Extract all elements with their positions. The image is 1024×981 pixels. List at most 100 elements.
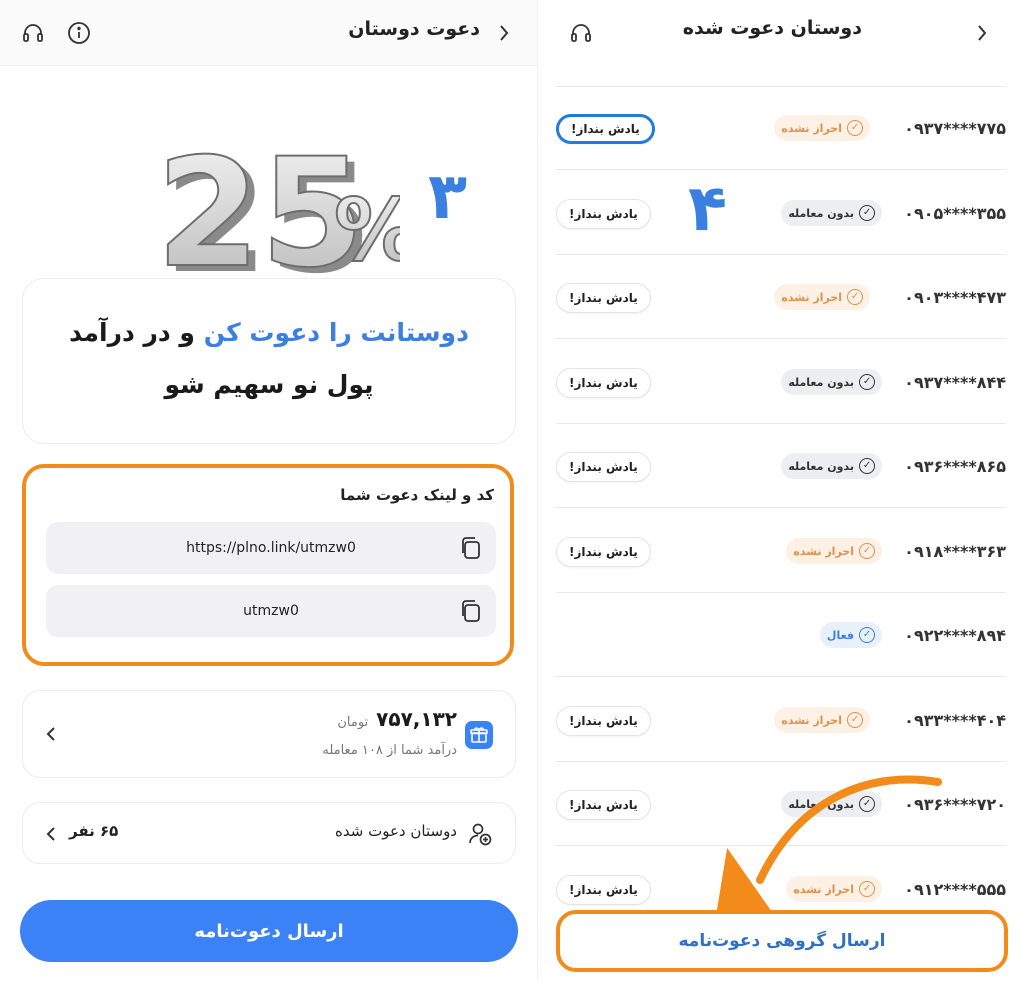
remind-button[interactable]: یادش بنداز! — [556, 452, 651, 482]
invite-code-field[interactable]: utmzw0 — [46, 585, 496, 637]
headline-line1-rest: و در درآمد — [69, 318, 204, 347]
headline-card: دوستانت را دعوت کن و در درآمد پول نو سهی… — [22, 278, 516, 444]
invite-link-field[interactable]: https://plno.link/utmzw0 — [46, 522, 496, 574]
copy-icon[interactable] — [458, 598, 484, 624]
status-badge: ✓ بدون معامله — [781, 453, 882, 479]
check-circle-icon: ✓ — [847, 289, 863, 305]
friend-phone: ۰۹۲۲****۸۹۴ — [904, 625, 1006, 645]
status-badge: ✓ احراز نشده — [774, 115, 870, 141]
remind-button[interactable]: یادش بنداز! — [556, 114, 655, 144]
status-label: بدون معامله — [788, 797, 854, 811]
check-circle-icon: ✓ — [859, 374, 875, 390]
status-label: فعال — [826, 628, 854, 642]
friend-phone: ۰۹۰۵****۳۵۵ — [904, 203, 1006, 223]
list-item: ۰۹۱۸****۳۶۳ ✓ احراز نشده یادش بنداز! — [556, 509, 1006, 593]
status-label: احراز نشده — [793, 882, 854, 896]
headline-text: دوستانت را دعوت کن و در درآمد پول نو سهی… — [43, 307, 495, 411]
status-badge: ✓ احراز نشده — [774, 707, 870, 733]
friend-phone: ۰۹۳۳****۴۰۴ — [904, 710, 1006, 730]
group-invite-button[interactable]: ارسال گروهی دعوت‌نامه — [556, 910, 1008, 972]
list-item: ۰۹۱۲****۵۵۵ ✓ احراز نشده یادش بنداز! — [556, 847, 1006, 907]
income-subtitle: درآمد شما از ۱۰۸ معامله — [322, 743, 457, 758]
status-badge: ✓ فعال — [819, 622, 882, 648]
check-circle-icon: ✓ — [859, 458, 875, 474]
invite-friends-screen: دعوت دوستان 25 25 % ۳ دوستانت را دع — [0, 0, 538, 981]
copy-icon[interactable] — [458, 535, 484, 561]
remind-button[interactable]: یادش بنداز! — [556, 790, 651, 820]
friend-phone: ۰۹۰۳****۴۷۳ — [904, 287, 1006, 307]
invite-code-value: utmzw0 — [243, 603, 299, 619]
income-card[interactable]: ۷۵۷,۱۳۲ تومان درآمد شما از ۱۰۸ معامله — [22, 690, 516, 778]
friend-phone: ۰۹۳۶****۸۶۵ — [904, 456, 1006, 476]
status-badge: ✓ بدون معامله — [781, 369, 882, 395]
headline-highlight: دوستانت را دعوت کن — [203, 318, 469, 347]
check-circle-icon: ✓ — [859, 543, 875, 559]
status-badge: ✓ احراز نشده — [786, 876, 882, 902]
list-item: ۰۹۳۷****۸۴۴ ✓ بدون معامله یادش بنداز! — [556, 340, 1006, 424]
chevron-right-icon[interactable] — [970, 20, 994, 46]
check-circle-icon: ✓ — [859, 796, 875, 812]
invited-friends-count: ۶۵ نفر — [69, 822, 119, 840]
check-circle-icon: ✓ — [859, 205, 875, 221]
invited-friends-card[interactable]: دوستان دعوت شده ۶۵ نفر — [22, 802, 516, 864]
invited-friends-label: دوستان دعوت شده — [335, 822, 457, 840]
step-number-4: ۴ — [688, 172, 728, 246]
status-badge: ✓ احراز نشده — [774, 284, 870, 310]
status-label: بدون معامله — [788, 206, 854, 220]
page-title: دعوت دوستان — [348, 18, 480, 40]
remind-button[interactable]: یادش بنداز! — [556, 283, 651, 313]
status-badge: ✓ بدون معامله — [781, 791, 882, 817]
remind-button[interactable]: یادش بنداز! — [556, 875, 651, 905]
list-item: ۰۹۳۷****۷۷۵ ✓ احراز نشده یادش بنداز! — [556, 86, 1006, 170]
invite-code-box: کد و لینک دعوت شما https://plno.link/utm… — [22, 464, 514, 666]
friend-phone: ۰۹۳۷****۸۴۴ — [904, 372, 1006, 392]
list-item: ۰۹۰۳****۴۷۳ ✓ احراز نشده یادش بنداز! — [556, 255, 1006, 339]
check-circle-icon: ✓ — [859, 627, 875, 643]
friend-phone: ۰۹۳۷****۷۷۵ — [904, 118, 1006, 138]
check-circle-icon: ✓ — [859, 881, 875, 897]
income-amount: ۷۵۷,۱۳۲ — [376, 707, 457, 731]
invite-link-value: https://plno.link/utmzw0 — [186, 540, 356, 556]
send-invite-button[interactable]: ارسال دعوت‌نامه — [20, 900, 518, 962]
status-label: احراز نشده — [781, 121, 842, 135]
top-bar: دوستان دعوت شده — [538, 0, 1024, 66]
status-label: بدون معامله — [788, 375, 854, 389]
income-unit: تومان — [337, 715, 369, 730]
status-label: احراز نشده — [781, 713, 842, 727]
hero-percent-sign: % — [334, 181, 400, 281]
list-item: ۰۹۳۶****۸۶۵ ✓ بدون معامله یادش بنداز! — [556, 424, 1006, 508]
list-item: ۰۹۳۶****۷۲۰ ✓ بدون معامله یادش بنداز! — [556, 762, 1006, 846]
gift-icon — [465, 721, 493, 749]
headset-icon[interactable] — [20, 20, 46, 46]
check-circle-icon: ✓ — [847, 120, 863, 136]
friend-phone: ۰۹۳۶****۷۲۰ — [904, 794, 1006, 814]
income-amount-row: ۷۵۷,۱۳۲ تومان — [337, 707, 457, 731]
remind-button[interactable]: یادش بنداز! — [556, 537, 651, 567]
info-icon[interactable] — [66, 20, 92, 46]
page: دعوت دوستان 25 25 % ۳ دوستانت را دع — [0, 0, 1024, 981]
check-circle-icon: ✓ — [847, 712, 863, 728]
list-item: ۰۹۲۲****۸۹۴ ✓ فعال — [556, 593, 1006, 677]
chevron-left-icon — [43, 823, 59, 845]
add-user-icon — [467, 821, 493, 847]
chevron-left-icon — [43, 723, 59, 745]
status-badge: ✓ احراز نشده — [786, 538, 882, 564]
status-label: احراز نشده — [793, 544, 854, 558]
chevron-right-icon[interactable] — [492, 20, 516, 46]
list-item: ۰۹۰۵****۳۵۵ ✓ بدون معامله یادش بنداز! — [556, 171, 1006, 255]
friend-phone: ۰۹۱۸****۳۶۳ — [904, 541, 1006, 561]
page-title: دوستان دعوت شده — [682, 17, 862, 39]
status-label: بدون معامله — [788, 459, 854, 473]
remind-button[interactable]: یادش بنداز! — [556, 368, 651, 398]
list-item: ۰۹۳۳****۴۰۴ ✓ احراز نشده یادش بنداز! — [556, 678, 1006, 762]
top-bar: دعوت دوستان — [0, 0, 538, 66]
headset-icon[interactable] — [568, 20, 594, 46]
remind-button[interactable]: یادش بنداز! — [556, 199, 651, 229]
invite-box-label: کد و لینک دعوت شما — [340, 486, 494, 504]
headline-line2: پول نو سهیم شو — [164, 370, 374, 399]
status-label: احراز نشده — [781, 290, 842, 304]
status-badge: ✓ بدون معامله — [781, 200, 882, 226]
hero-percent-graphic: 25 25 % — [150, 115, 421, 307]
invited-friends-screen: دوستان دعوت شده ۰۹۳۷****۷۷۵ ✓ احراز نشده یا… — [538, 0, 1024, 981]
remind-button[interactable]: یادش بنداز! — [556, 706, 651, 736]
